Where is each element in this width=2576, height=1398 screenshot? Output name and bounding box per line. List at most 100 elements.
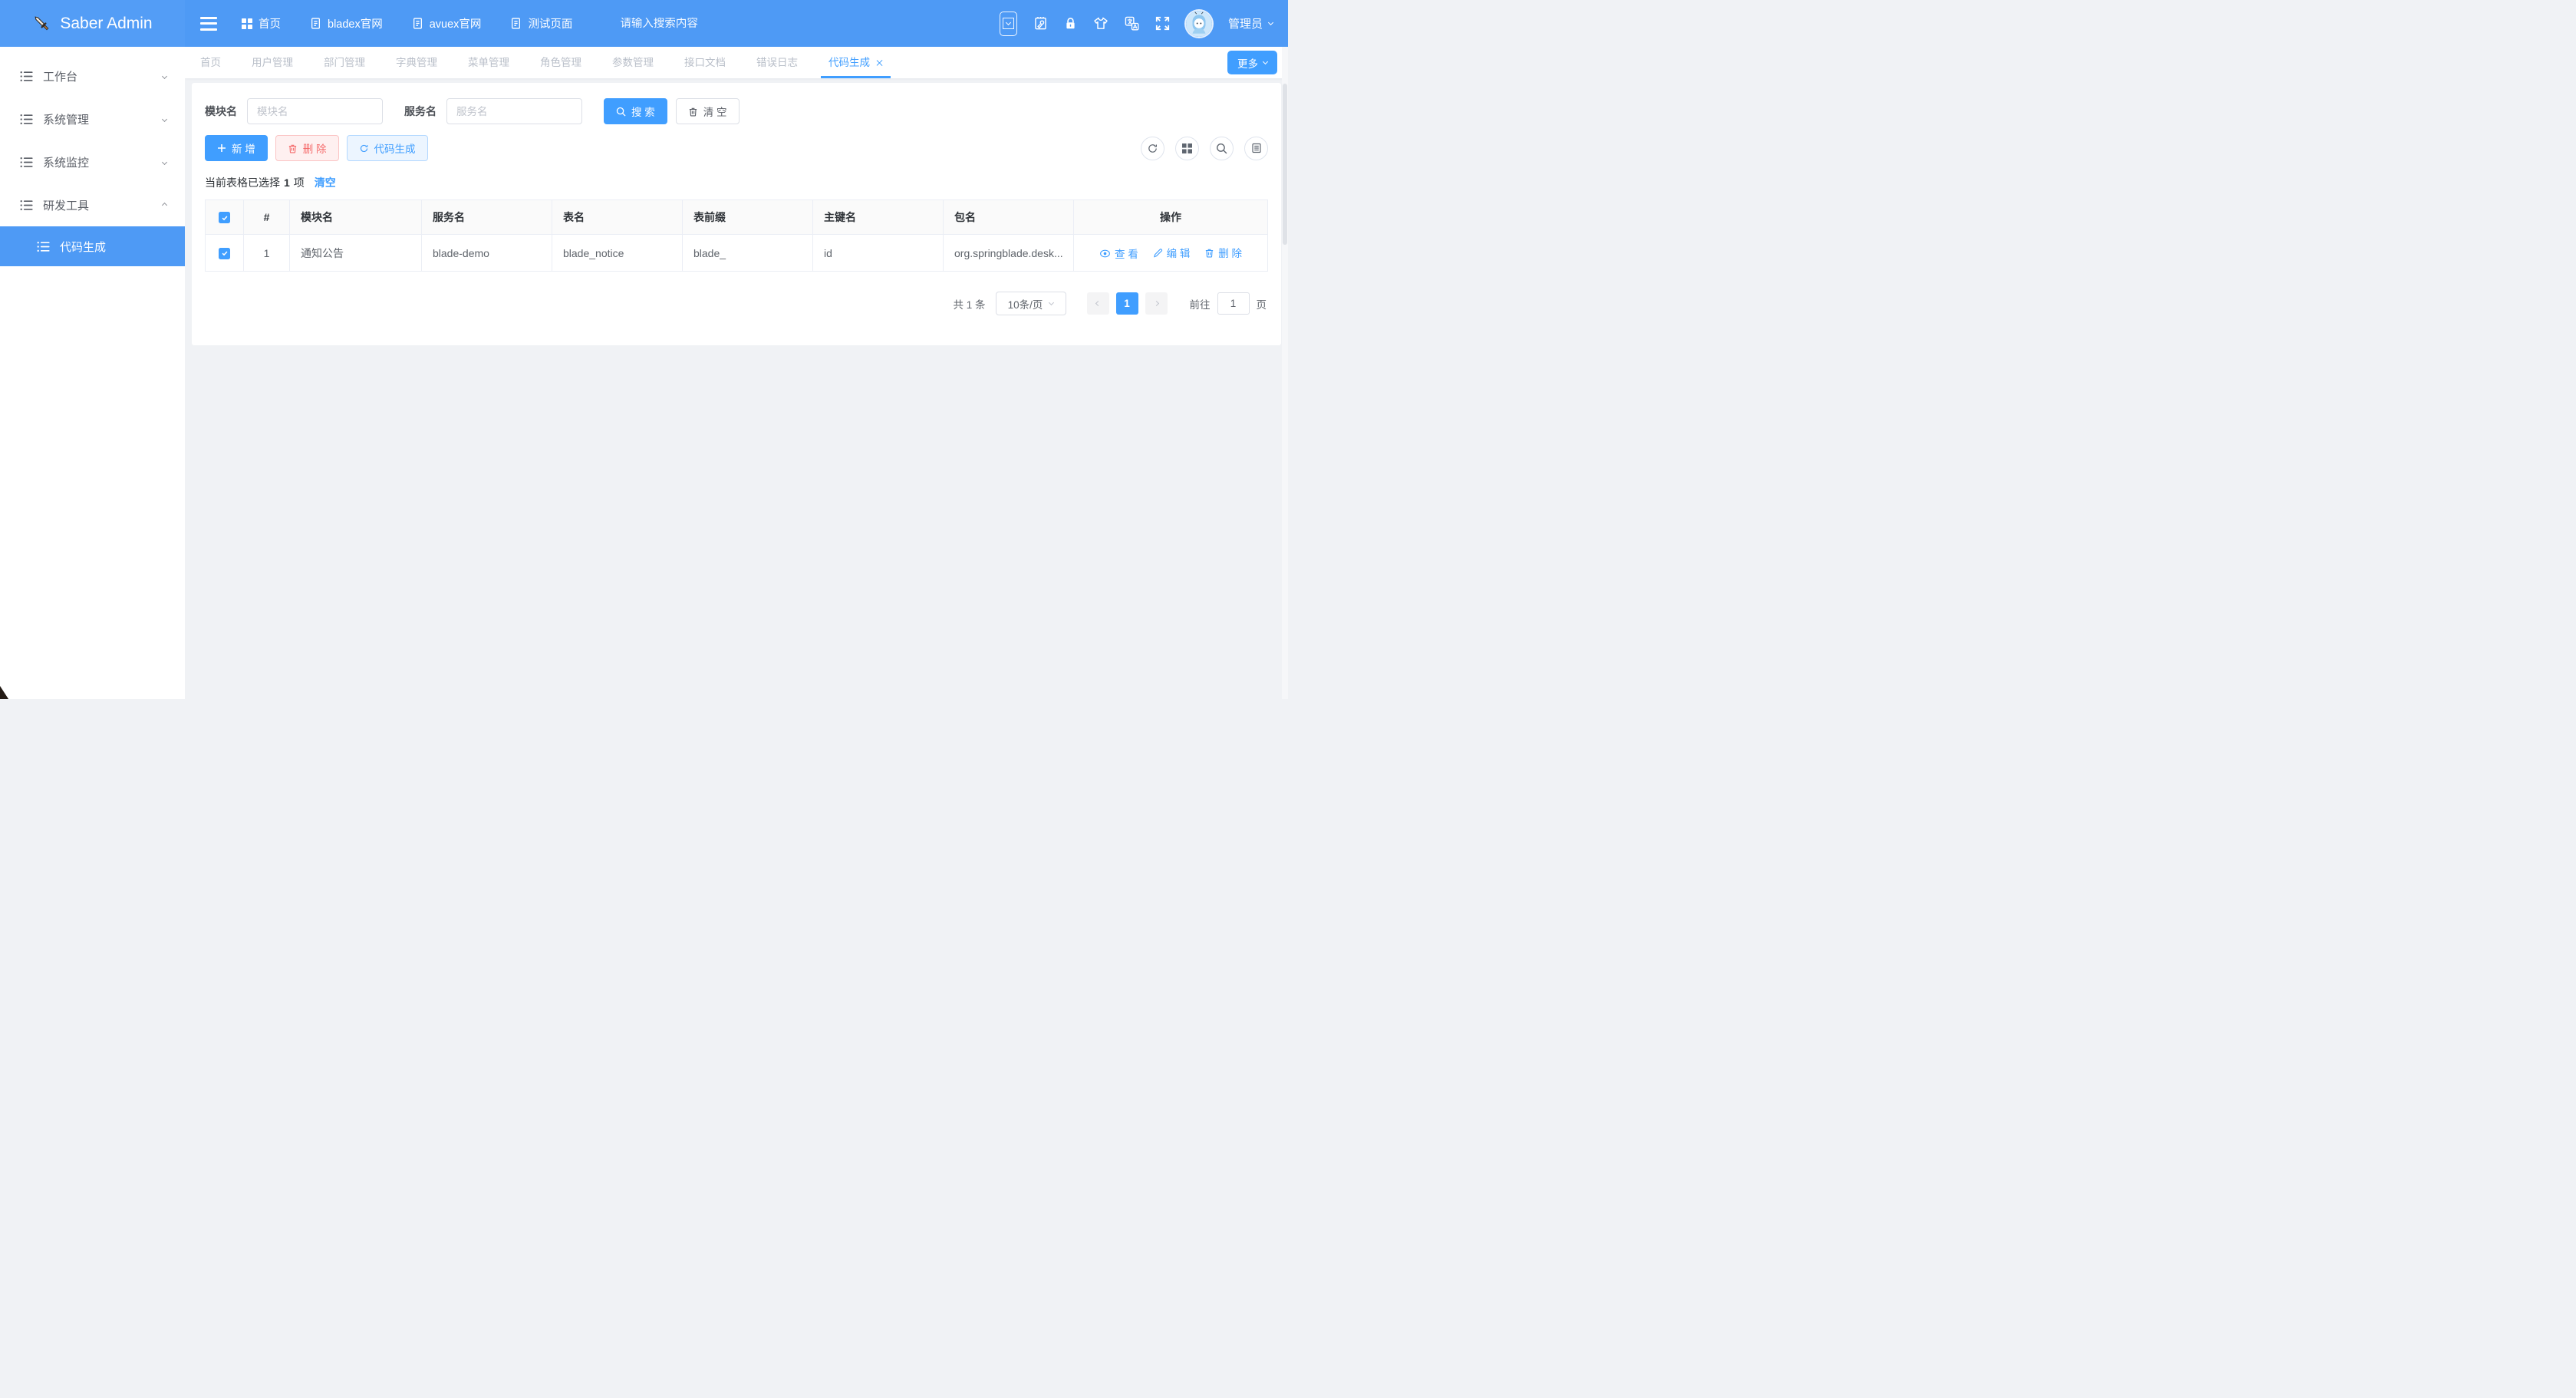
close-tab-icon[interactable] [875, 59, 883, 67]
debug-tool-button[interactable] [1033, 16, 1048, 31]
column-header-service: 服务名 [422, 200, 552, 235]
list-menu-icon [20, 199, 33, 212]
goto-page-group: 前往 页 [1190, 292, 1267, 315]
topnav-label: bladex官网 [328, 15, 383, 31]
topnav-item-home[interactable]: 首页 [242, 15, 281, 31]
row-select-cell [206, 235, 244, 272]
cell-pk: id [813, 235, 944, 272]
pencil-icon [1153, 248, 1163, 258]
column-header-module: 模块名 [290, 200, 422, 235]
clear-selection-link[interactable]: 清空 [315, 175, 336, 190]
document-icon [510, 18, 522, 29]
goto-page-input[interactable] [1217, 292, 1250, 315]
chevron-up-icon [162, 202, 167, 207]
topnav-label: avuex官网 [430, 15, 482, 31]
edit-row-link[interactable]: 编 辑 [1153, 245, 1191, 260]
plus-icon [217, 143, 226, 153]
refresh-table-button[interactable] [1141, 137, 1164, 160]
sidebar-item-dev-tools[interactable]: 研发工具 [0, 183, 185, 226]
panel-toggle-button[interactable] [1000, 12, 1017, 36]
topnav-item-test-page[interactable]: 测试页面 [510, 15, 572, 31]
tab-user-management[interactable]: 用户管理 [236, 47, 308, 78]
tab-code-generation[interactable]: 代码生成 [813, 47, 898, 78]
row-checkbox[interactable] [219, 248, 230, 259]
delete-row-link[interactable]: 删 除 [1204, 245, 1242, 260]
global-search-input[interactable] [620, 18, 781, 30]
page-size-select[interactable]: 10条/页 [996, 292, 1066, 315]
topbar-main: 首页 bladex官网 avuex官网 [185, 0, 1288, 47]
previous-page-button[interactable] [1087, 292, 1109, 315]
hamburger-menu-icon [200, 17, 217, 19]
current-page-button[interactable]: 1 [1116, 292, 1138, 315]
delete-button[interactable]: 删 除 [275, 135, 339, 161]
language-button[interactable] [1125, 16, 1139, 31]
toggle-search-button[interactable] [1210, 137, 1234, 160]
search-button[interactable]: 搜 索 [604, 98, 667, 124]
add-button[interactable]: 新 增 [205, 135, 268, 161]
lock-screen-button[interactable] [1064, 17, 1077, 30]
sidebar-item-system-monitor[interactable]: 系统监控 [0, 140, 185, 183]
chevron-down-icon [1003, 18, 1014, 29]
theme-button[interactable] [1093, 17, 1108, 30]
pagination-total: 共 1 条 [953, 296, 985, 312]
tab-parameter-management[interactable]: 参数管理 [597, 47, 669, 78]
table-row[interactable]: 1 通知公告 blade-demo blade_notice blade_ id… [206, 235, 1268, 272]
code-generate-button[interactable]: 代码生成 [347, 135, 428, 161]
sword-logo-icon [32, 14, 52, 34]
brand-title: Saber Admin [60, 15, 152, 33]
select-all-checkbox[interactable] [219, 212, 230, 223]
select-all-cell [206, 200, 244, 235]
chevron-left-icon [1095, 301, 1100, 306]
user-menu[interactable]: 管理员 [1228, 15, 1273, 31]
wrench-clipboard-icon [1033, 16, 1048, 31]
vertical-scrollbar[interactable] [1282, 47, 1288, 699]
eye-icon [1099, 249, 1111, 258]
sidebar-item-system-management[interactable]: 系统管理 [0, 97, 185, 140]
open-tabs-bar: 首页 用户管理 部门管理 字典管理 菜单管理 角色管理 参数管理 接口文档 错误… [185, 47, 1288, 78]
column-list-icon [1251, 143, 1262, 153]
tab-role-management[interactable]: 角色管理 [525, 47, 597, 78]
clear-filters-button[interactable]: 清 空 [676, 98, 740, 124]
more-tabs-button[interactable]: 更多 [1227, 51, 1277, 74]
tab-home[interactable]: 首页 [185, 47, 236, 78]
sidebar-collapse-button[interactable] [199, 16, 219, 31]
search-icon [1216, 143, 1227, 154]
topnav-item-avuex[interactable]: avuex官网 [412, 15, 482, 31]
grid-density-button[interactable] [1175, 137, 1199, 160]
sidebar-item-workbench[interactable]: 工作台 [0, 54, 185, 97]
tab-department-management[interactable]: 部门管理 [308, 47, 380, 78]
page-unit-label: 页 [1257, 296, 1267, 312]
trash-icon [1204, 248, 1214, 258]
tab-dictionary-management[interactable]: 字典管理 [380, 47, 453, 78]
view-row-link[interactable]: 查 看 [1099, 246, 1138, 261]
tab-menu-management[interactable]: 菜单管理 [453, 47, 525, 78]
translate-icon [1125, 16, 1139, 31]
sidebar-item-code-generation[interactable]: 代码生成 [0, 226, 185, 266]
grid-icon [1182, 143, 1192, 153]
avatar-image [1186, 11, 1212, 37]
table-header-row: # 模块名 服务名 表名 表前缀 主键名 包名 操作 [206, 200, 1268, 235]
tab-api-docs[interactable]: 接口文档 [669, 47, 741, 78]
pager: 1 [1087, 292, 1168, 315]
trash-icon [288, 143, 298, 153]
top-navigation: 首页 bladex官网 avuex官网 [242, 15, 572, 31]
brand-logo[interactable]: Saber Admin [0, 0, 185, 47]
trash-icon [688, 107, 698, 117]
selection-prefix: 当前表格已选择 [205, 175, 280, 190]
service-name-input[interactable] [446, 98, 582, 124]
user-avatar[interactable] [1186, 11, 1212, 37]
grid-icon [242, 18, 252, 29]
topnav-item-bladex[interactable]: bladex官网 [310, 15, 383, 31]
column-settings-button[interactable] [1244, 137, 1268, 160]
next-page-button[interactable] [1145, 292, 1168, 315]
cell-module: 通知公告 [290, 235, 422, 272]
fullscreen-button[interactable] [1155, 16, 1170, 31]
column-header-operations: 操作 [1074, 200, 1268, 235]
tab-error-log[interactable]: 错误日志 [741, 47, 813, 78]
cell-table: blade_notice [552, 235, 683, 272]
module-name-input[interactable] [247, 98, 383, 124]
sidebar-item-label: 系统监控 [43, 154, 163, 170]
top-header: Saber Admin 首页 bladex官网 [0, 0, 1288, 47]
cell-service: blade-demo [422, 235, 552, 272]
scrollbar-thumb[interactable] [1283, 84, 1287, 245]
